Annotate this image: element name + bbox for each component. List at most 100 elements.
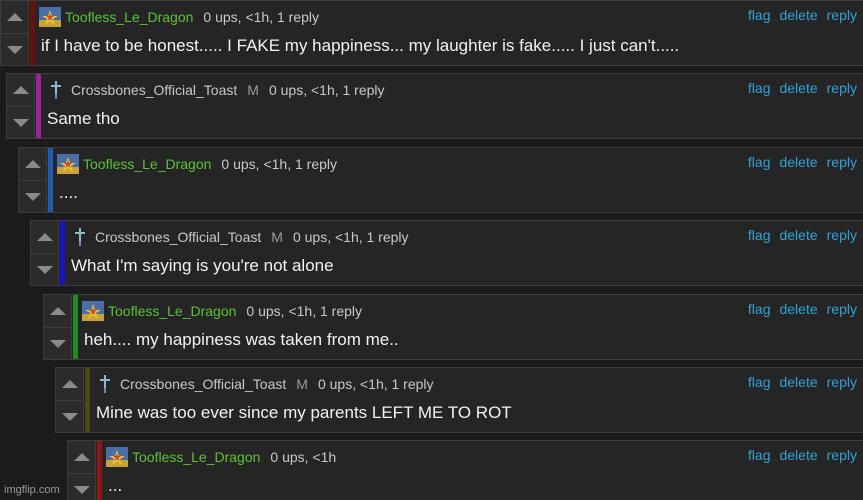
reply-link[interactable]: reply — [827, 154, 857, 170]
comment: Toofless_Le_Dragon 0 ups, <1h, 1 reply f… — [43, 294, 863, 360]
vote-column — [44, 295, 72, 359]
upvote-arrow-icon — [24, 160, 41, 168]
comment-meta: 0 ups, <1h, 1 reply — [221, 156, 337, 172]
moderator-badge: M — [296, 376, 308, 392]
comment-header: Toofless_Le_Dragon 0 ups, <1h, 1 reply f… — [82, 301, 857, 321]
thread-color-bar — [48, 148, 53, 212]
vote-column — [56, 368, 84, 432]
downvote-arrow-icon — [24, 193, 41, 201]
username-link[interactable]: Crossbones_Official_Toast — [120, 376, 286, 392]
thread-color-bar — [30, 1, 35, 65]
dagger-icon[interactable] — [69, 226, 91, 248]
downvote-button[interactable] — [1, 34, 28, 66]
reply-link[interactable]: reply — [827, 80, 857, 96]
reply-link[interactable]: reply — [827, 374, 857, 390]
delete-link[interactable]: delete — [779, 447, 817, 463]
username-link[interactable]: Toofless_Le_Dragon — [65, 9, 193, 25]
downvote-arrow-icon — [36, 266, 53, 274]
upvote-arrow-icon — [73, 453, 90, 461]
comment-actions: flag delete reply — [748, 154, 857, 170]
delete-link[interactable]: delete — [779, 7, 817, 23]
upvote-button[interactable] — [44, 295, 71, 328]
dragon-avatar-icon[interactable] — [106, 447, 128, 467]
delete-link[interactable]: delete — [779, 301, 817, 317]
upvote-button[interactable] — [56, 368, 83, 401]
comment-header: Toofless_Le_Dragon 0 ups, <1h, 1 reply f… — [57, 154, 857, 174]
downvote-button[interactable] — [56, 401, 83, 433]
flag-link[interactable]: flag — [748, 301, 771, 317]
comment-meta: 0 ups, <1h, 1 reply — [203, 9, 319, 25]
comment-actions: flag delete reply — [748, 374, 857, 390]
username-link[interactable]: Toofless_Le_Dragon — [108, 303, 236, 319]
moderator-badge: M — [271, 229, 283, 245]
upvote-arrow-icon — [49, 307, 66, 315]
flag-link[interactable]: flag — [748, 80, 771, 96]
comment-thread: Toofless_Le_Dragon 0 ups, <1h, 1 reply f… — [0, 0, 863, 500]
comment-actions: flag delete reply — [748, 7, 857, 23]
dragon-avatar-icon[interactable] — [39, 7, 61, 27]
vote-column — [7, 74, 35, 138]
comment-text: ... — [108, 476, 123, 495]
comment: Crossbones_Official_Toast M 0 ups, <1h, … — [30, 220, 863, 286]
flag-link[interactable]: flag — [748, 154, 771, 170]
reply-link[interactable]: reply — [827, 227, 857, 243]
thread-color-bar — [73, 295, 78, 359]
downvote-arrow-icon — [6, 46, 23, 54]
comment-text: heh.... my happiness was taken from me.. — [84, 330, 399, 349]
comment-meta: 0 ups, <1h, 1 reply — [317, 376, 434, 392]
comment-text: .... — [59, 183, 78, 202]
flag-link[interactable]: flag — [748, 7, 771, 23]
thread-color-bar — [36, 74, 41, 138]
dagger-icon[interactable] — [94, 373, 116, 395]
downvote-arrow-icon — [61, 413, 78, 421]
flag-link[interactable]: flag — [748, 447, 771, 463]
comment: Toofless_Le_Dragon 0 ups, <1h flag delet… — [67, 440, 863, 500]
vote-column — [31, 221, 59, 285]
comment: Crossbones_Official_Toast M 0 ups, <1h, … — [6, 73, 863, 139]
comment-actions: flag delete reply — [748, 227, 857, 243]
delete-link[interactable]: delete — [779, 227, 817, 243]
upvote-button[interactable] — [19, 148, 46, 181]
comment: Toofless_Le_Dragon 0 ups, <1h, 1 reply f… — [18, 147, 863, 213]
reply-link[interactable]: reply — [827, 447, 857, 463]
reply-link[interactable]: reply — [827, 301, 857, 317]
moderator-badge: M — [247, 82, 259, 98]
dragon-avatar-icon[interactable] — [57, 154, 79, 174]
downvote-button[interactable] — [44, 328, 71, 360]
dragon-avatar-icon[interactable] — [82, 301, 104, 321]
comment-meta: 0 ups, <1h — [270, 449, 337, 465]
comment-header: Crossbones_Official_Toast M 0 ups, <1h, … — [69, 227, 857, 247]
vote-column — [19, 148, 47, 212]
comment: Toofless_Le_Dragon 0 ups, <1h, 1 reply f… — [0, 0, 863, 66]
comment-text: if I have to be honest..... I FAKE my ha… — [41, 36, 680, 55]
upvote-arrow-icon — [6, 13, 23, 21]
downvote-button[interactable] — [7, 107, 34, 139]
downvote-button[interactable] — [68, 474, 95, 500]
username-link[interactable]: Crossbones_Official_Toast — [95, 229, 261, 245]
delete-link[interactable]: delete — [779, 80, 817, 96]
downvote-arrow-icon — [12, 119, 29, 127]
delete-link[interactable]: delete — [779, 374, 817, 390]
flag-link[interactable]: flag — [748, 374, 771, 390]
thread-color-bar — [97, 441, 102, 500]
comment-header: Toofless_Le_Dragon 0 ups, <1h flag delet… — [106, 447, 857, 467]
flag-link[interactable]: flag — [748, 227, 771, 243]
imgflip-watermark: imgflip.com — [4, 484, 60, 496]
upvote-button[interactable] — [68, 441, 95, 474]
upvote-button[interactable] — [1, 1, 28, 34]
reply-link[interactable]: reply — [827, 7, 857, 23]
downvote-button[interactable] — [31, 254, 58, 286]
comment-meta: 0 ups, <1h, 1 reply — [246, 303, 362, 319]
comment-meta: 0 ups, <1h, 1 reply — [268, 82, 385, 98]
downvote-button[interactable] — [19, 181, 46, 213]
username-link[interactable]: Toofless_Le_Dragon — [132, 449, 260, 465]
comment-actions: flag delete reply — [748, 80, 857, 96]
delete-link[interactable]: delete — [779, 154, 817, 170]
upvote-button[interactable] — [31, 221, 58, 254]
comment-header: Crossbones_Official_Toast M 0 ups, <1h, … — [94, 374, 857, 394]
upvote-button[interactable] — [7, 74, 34, 107]
comment-meta: 0 ups, <1h, 1 reply — [292, 229, 409, 245]
dagger-icon[interactable] — [45, 79, 67, 101]
username-link[interactable]: Toofless_Le_Dragon — [83, 156, 211, 172]
username-link[interactable]: Crossbones_Official_Toast — [71, 82, 237, 98]
